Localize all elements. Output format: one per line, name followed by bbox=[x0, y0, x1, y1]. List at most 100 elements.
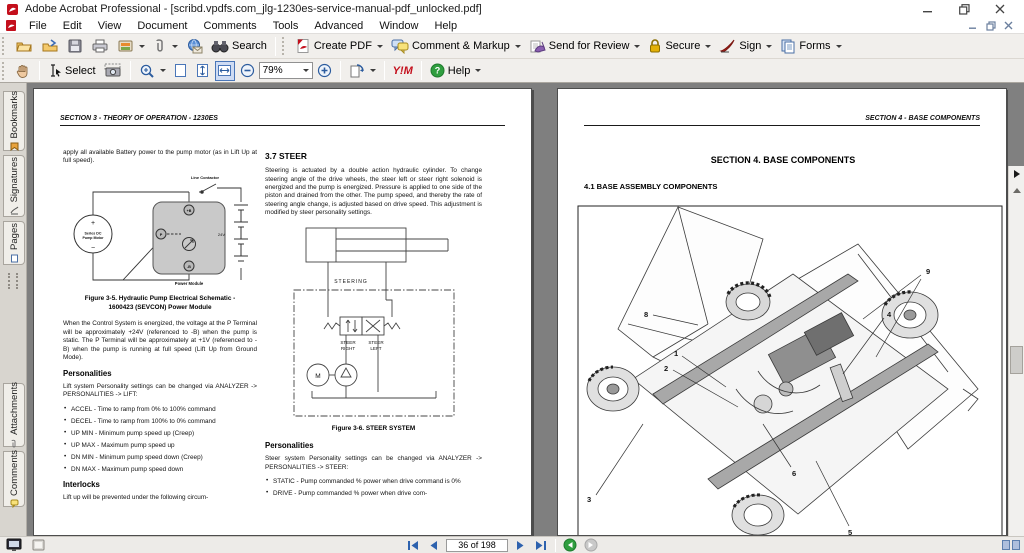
dropdown-arrow-icon bbox=[705, 45, 711, 48]
email-button[interactable] bbox=[182, 36, 207, 56]
send-for-review-button[interactable]: Send for Review bbox=[525, 36, 645, 56]
toolbar-grip[interactable] bbox=[2, 62, 7, 80]
forms-button[interactable]: Forms bbox=[776, 36, 845, 56]
open-recent-button[interactable] bbox=[37, 36, 63, 56]
dropdown-arrow-icon bbox=[836, 45, 842, 48]
separator bbox=[39, 61, 40, 80]
callout-9: 9 bbox=[926, 267, 930, 276]
menu-window[interactable]: Window bbox=[371, 19, 426, 33]
camera-icon bbox=[104, 63, 122, 78]
rotate-pages-button[interactable] bbox=[345, 61, 380, 81]
two-page-view-icon[interactable] bbox=[1012, 540, 1020, 550]
list-item: DN MAX - Maximum pump speed down bbox=[63, 466, 257, 474]
help-icon: ? bbox=[430, 63, 445, 78]
document-area[interactable]: SECTION 3 - THEORY OF OPERATION - 1230ES… bbox=[27, 83, 1008, 536]
previous-view-button[interactable] bbox=[563, 538, 577, 552]
dropdown-arrow-icon bbox=[160, 69, 166, 72]
toolbar-grip[interactable] bbox=[282, 37, 287, 55]
zoom-in-button[interactable] bbox=[313, 61, 336, 80]
doc-close-icon[interactable] bbox=[1002, 20, 1015, 31]
previous-page-button[interactable] bbox=[427, 539, 439, 552]
caption-line-2: 1600423 (SEVCON) Power Module bbox=[109, 304, 212, 311]
bookmark-icon bbox=[10, 142, 19, 151]
toolbar-grip[interactable] bbox=[2, 37, 7, 55]
page-number-input[interactable] bbox=[446, 539, 508, 552]
email-globe-icon bbox=[186, 38, 203, 54]
snapshot-button[interactable] bbox=[100, 61, 126, 80]
minimize-icon[interactable] bbox=[922, 4, 934, 14]
sidebar-tab-signatures[interactable]: Signatures bbox=[3, 155, 25, 217]
screen-mode-icon[interactable] bbox=[6, 538, 22, 552]
comment-markup-button[interactable]: Comment & Markup bbox=[387, 36, 525, 56]
help-label: Help bbox=[448, 65, 471, 77]
list-item: UP MAX - Maximum pump speed up bbox=[63, 442, 257, 450]
doc-minimize-icon[interactable] bbox=[966, 20, 979, 31]
menu-document[interactable]: Document bbox=[129, 19, 195, 33]
yahoo-messenger-button[interactable]: Y!M bbox=[389, 63, 417, 79]
sign-button[interactable]: Sign bbox=[715, 36, 776, 56]
organizer-button[interactable] bbox=[113, 36, 149, 56]
collapse-panel-icon[interactable] bbox=[1014, 170, 1020, 178]
menu-help[interactable]: Help bbox=[426, 19, 465, 33]
next-view-button[interactable] bbox=[584, 538, 598, 552]
print-button[interactable] bbox=[87, 36, 113, 56]
fit-page-button[interactable] bbox=[193, 61, 213, 81]
actual-size-button[interactable] bbox=[171, 61, 191, 81]
zoom-out-button[interactable] bbox=[236, 61, 259, 80]
help-button[interactable]: ? Help bbox=[426, 61, 486, 80]
acrobat-app-icon bbox=[6, 3, 19, 16]
separator bbox=[384, 61, 385, 80]
first-page-button[interactable] bbox=[406, 539, 420, 552]
signatures-tab-label: Signatures bbox=[9, 157, 20, 202]
fit-width-button[interactable] bbox=[215, 61, 235, 81]
sidebar-tab-attachments[interactable]: Attachments bbox=[3, 383, 25, 447]
last-page-button[interactable] bbox=[534, 539, 548, 552]
zoom-level-combo[interactable]: 79% bbox=[259, 62, 313, 79]
secure-button[interactable]: Secure bbox=[644, 36, 715, 56]
menu-comments[interactable]: Comments bbox=[196, 19, 265, 33]
single-page-view-icon[interactable] bbox=[1002, 540, 1010, 550]
menu-view[interactable]: View bbox=[90, 19, 130, 33]
scrollbar-thumb[interactable] bbox=[1010, 346, 1023, 374]
sidebar-tab-comments[interactable]: Comments bbox=[3, 451, 25, 507]
window-controls bbox=[922, 4, 1018, 14]
maximize-icon[interactable] bbox=[958, 4, 970, 14]
menu-edit[interactable]: Edit bbox=[55, 19, 90, 33]
panel-resize-handle[interactable] bbox=[8, 273, 18, 289]
steer-right-label-2: RIGHT bbox=[340, 346, 354, 351]
doc-restore-icon[interactable] bbox=[984, 20, 997, 31]
view-toolbar: Select 79% bbox=[0, 59, 1024, 83]
organizer-icon bbox=[117, 38, 134, 54]
list-item: DECEL - Time to ramp from 100% to 0% com… bbox=[63, 418, 257, 426]
vertical-scrollbar[interactable] bbox=[1008, 166, 1024, 553]
sidebar-tab-bookmarks[interactable]: Bookmarks bbox=[3, 91, 25, 151]
sign-pen-icon bbox=[719, 38, 736, 54]
signature-icon bbox=[10, 206, 19, 215]
status-bar bbox=[0, 536, 1024, 553]
callout-8: 8 bbox=[644, 310, 648, 319]
dropdown-arrow-icon bbox=[766, 45, 772, 48]
menu-file[interactable]: File bbox=[21, 19, 55, 33]
attach-button[interactable] bbox=[149, 36, 182, 56]
close-icon[interactable] bbox=[994, 4, 1006, 14]
select-tool-button[interactable]: Select bbox=[44, 61, 100, 80]
search-button[interactable]: Search bbox=[207, 37, 271, 56]
zoom-tool-button[interactable] bbox=[135, 61, 170, 81]
open-button[interactable] bbox=[11, 36, 37, 56]
scroll-up-button[interactable] bbox=[1009, 182, 1024, 198]
page-layout-icon[interactable] bbox=[32, 539, 45, 551]
steer-right-label-1: STEER bbox=[340, 340, 356, 345]
hand-tool-button[interactable] bbox=[11, 61, 35, 81]
sidebar-tab-pages[interactable]: Pages bbox=[3, 221, 25, 265]
next-page-button[interactable] bbox=[515, 539, 527, 552]
save-button[interactable] bbox=[63, 36, 87, 56]
separator bbox=[421, 61, 422, 80]
steer-personality-list: STATIC - Pump commanded % power when dri… bbox=[265, 478, 482, 498]
interlocks-paragraph: Lift up will be prevented under the foll… bbox=[63, 494, 257, 502]
create-pdf-button[interactable]: Create PDF bbox=[291, 36, 387, 56]
file-toolbar: Search Create PDF Comment & Markup Send … bbox=[0, 34, 1024, 59]
steer-left-label-1: STEER bbox=[368, 340, 384, 345]
menu-advanced[interactable]: Advanced bbox=[306, 19, 371, 33]
menu-tools[interactable]: Tools bbox=[265, 19, 307, 33]
dropdown-arrow-icon bbox=[377, 45, 383, 48]
